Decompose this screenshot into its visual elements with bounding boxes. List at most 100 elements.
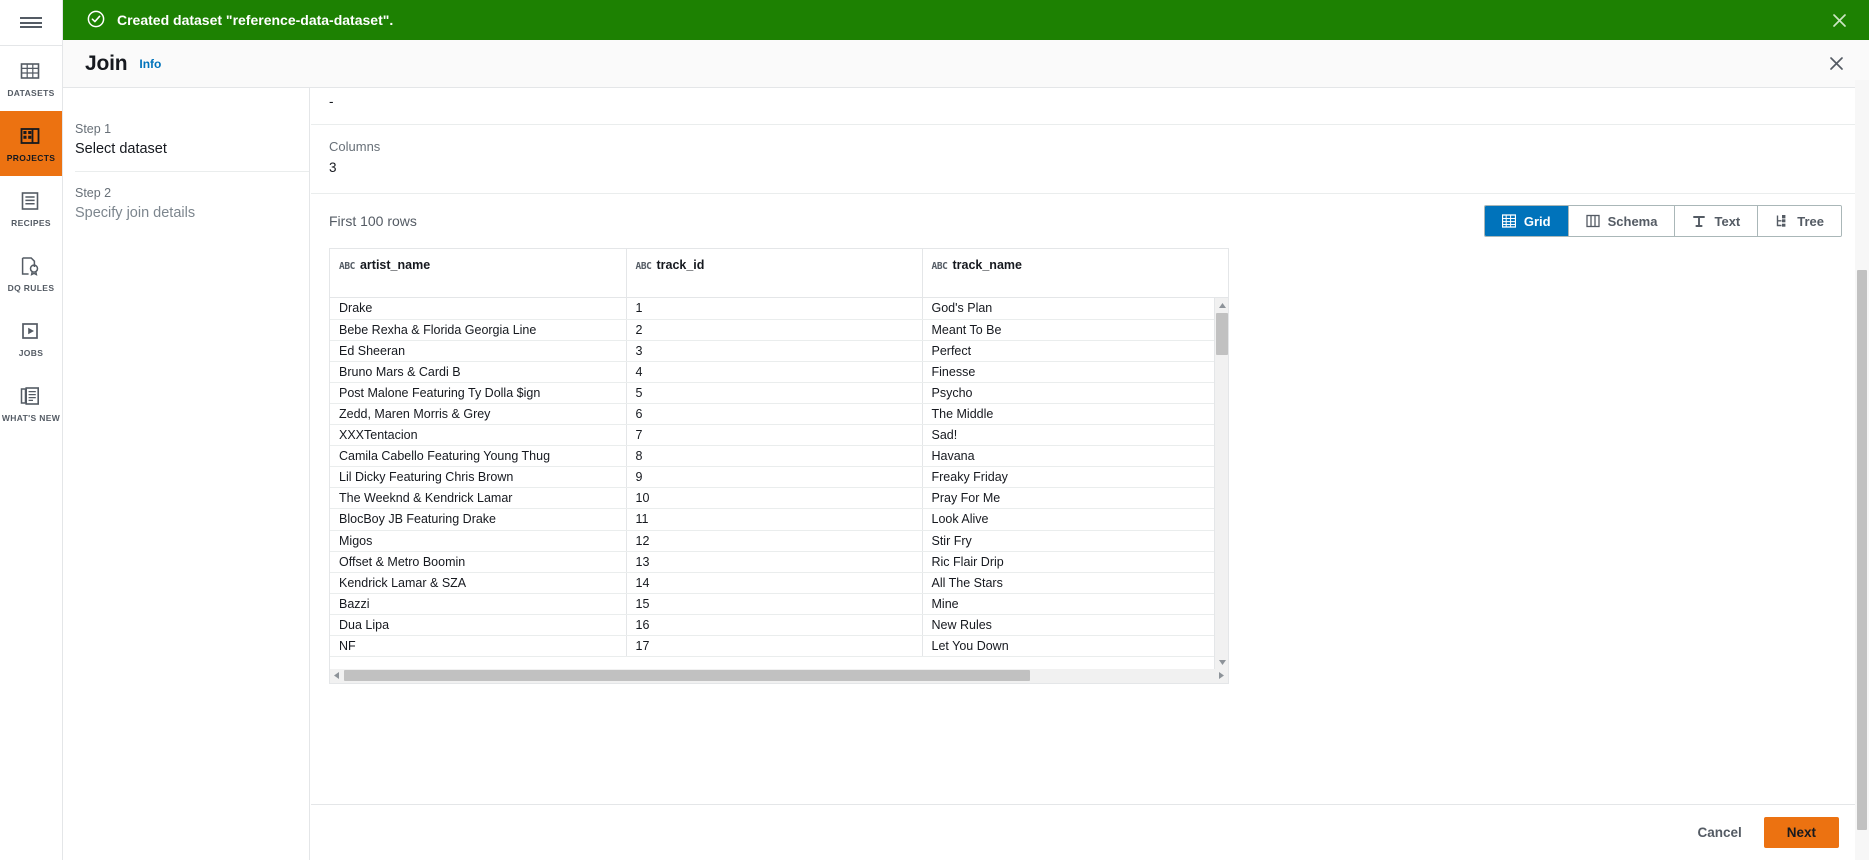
data-grid-body-scroll[interactable]: Drake 1 God's Plan Bebe Rexha & Florida Geo… — [330, 298, 1228, 669]
rail-item-datasets[interactable]: DATASETS — [0, 46, 62, 111]
table-cell: Kendrick Lamar & SZA — [330, 572, 627, 594]
table-cell: God's Plan — [922, 298, 1216, 320]
table-cell: 6 — [626, 403, 923, 426]
next-button[interactable]: Next — [1763, 817, 1839, 848]
table-cell: Lil Dicky Featuring Chris Brown — [330, 466, 627, 489]
info-link[interactable]: Info — [139, 57, 161, 71]
wizard-step-number: Step 1 — [75, 122, 112, 136]
table-row[interactable]: Migos 12 Stir Fry — [330, 530, 1216, 552]
table-cell: Zedd, Maren Morris & Grey — [330, 403, 627, 426]
cancel-button[interactable]: Cancel — [1697, 825, 1741, 840]
table-cell: Ed Sheeran — [330, 340, 627, 362]
table-cell: 16 — [626, 614, 923, 637]
columns-detail-row: Columns 3 — [311, 125, 1869, 194]
modal-close-icon[interactable] — [1825, 53, 1847, 75]
table-row[interactable]: Kendrick Lamar & SZA 14 All The Stars — [330, 572, 1216, 594]
table-cell: Look Alive — [922, 508, 1216, 531]
table-row[interactable]: BlocBoy JB Featuring Drake 11 Look Alive — [330, 508, 1216, 531]
rail-item-label: PROJECTS — [6, 152, 56, 163]
scroll-left-arrow-icon[interactable] — [330, 669, 343, 682]
application-root: DATASETS PROJECTS RECIPES DQ RULES JOBS WHAT'… — [0, 0, 1869, 860]
table-cell: 10 — [626, 487, 923, 510]
view-mode-label: Tree — [1797, 213, 1824, 229]
scroll-up-arrow-icon[interactable] — [1215, 298, 1228, 312]
grid-horizontal-scroll-thumb[interactable] — [344, 670, 1030, 681]
column-name: track_name — [952, 258, 1022, 272]
wizard-step-1[interactable]: Step 1 Select dataset — [75, 112, 309, 171]
left-nav-rail: DATASETS PROJECTS RECIPES DQ RULES JOBS WHAT'… — [0, 0, 63, 860]
view-mode-label: Text — [1714, 213, 1741, 229]
success-flashbar: Created dataset "reference-data-dataset"… — [63, 0, 1869, 40]
rail-item-projects[interactable]: PROJECTS — [0, 111, 62, 176]
rail-item-dq-rules[interactable]: DQ RULES — [0, 241, 62, 306]
table-row[interactable]: Bebe Rexha & Florida Georgia Line 2 Meant … — [330, 319, 1216, 341]
table-cell: 12 — [626, 530, 923, 552]
table-row[interactable]: Bruno Mars & Cardi B 4 Finesse — [330, 361, 1216, 383]
column-name: track_id — [656, 258, 705, 272]
scroll-down-arrow-icon[interactable] — [1215, 655, 1228, 669]
play-square-icon — [19, 320, 43, 344]
text-t-icon — [1692, 214, 1706, 228]
grid-view-icon — [1501, 214, 1516, 228]
page-scroll-thumb[interactable] — [1857, 270, 1867, 830]
table-cell: New Rules — [922, 614, 1216, 637]
table-cell: 3 — [626, 340, 923, 362]
rail-item-label: JOBS — [18, 347, 44, 358]
table-cell: BlocBoy JB Featuring Drake — [330, 508, 627, 531]
flashbar-close-icon[interactable] — [1827, 8, 1851, 32]
table-header-row: ABC artist_name ABC track_id ABC track_name — [330, 249, 1216, 297]
table-cell: 17 — [626, 635, 923, 658]
table-row[interactable]: Dua Lipa 16 New Rules — [330, 614, 1216, 637]
table-row[interactable]: Ed Sheeran 3 Perfect — [330, 340, 1216, 362]
table-cell: Pray For Me — [922, 487, 1216, 510]
table-cell: Bruno Mars & Cardi B — [330, 361, 627, 383]
table-row[interactable]: Zedd, Maren Morris & Grey 6 The Middle — [330, 403, 1216, 426]
table-row[interactable]: Drake 1 God's Plan — [330, 298, 1216, 320]
table-cell: Meant To Be — [922, 319, 1216, 341]
wizard-step-2[interactable]: Step 2 Specify join details — [75, 171, 309, 235]
table-row[interactable]: The Weeknd & Kendrick Lamar 10 Pray For Me — [330, 487, 1216, 510]
wizard-step-number: Step 2 — [75, 186, 112, 200]
table-cell: 4 — [626, 361, 923, 383]
table-row[interactable]: XXXTentacion 7 Sad! — [330, 424, 1216, 447]
table-cell: 13 — [626, 551, 923, 573]
table-cell: XXXTentacion — [330, 424, 627, 447]
table-cell: Bazzi — [330, 593, 627, 615]
data-grid-header-table: ABC artist_name ABC track_id ABC track_name — [330, 249, 1216, 297]
rail-item-label: DATASETS — [7, 87, 55, 98]
table-row[interactable]: Offset & Metro Boomin 13 Ric Flair Drip — [330, 551, 1216, 573]
grid-vertical-scrollbar[interactable] — [1214, 298, 1228, 669]
view-mode-grid[interactable]: Grid — [1484, 206, 1568, 236]
data-grid: ABC artist_name ABC track_id ABC track_name D… — [329, 248, 1229, 669]
view-mode-label: Schema — [1607, 213, 1658, 229]
table-column-header[interactable]: ABC artist_name — [330, 249, 627, 297]
clipped-detail-value: - — [329, 94, 334, 109]
dataset-preview-pane: - Columns 3 First 100 rows Grid Schema Tex… — [311, 88, 1869, 860]
recipe-lines-icon — [19, 190, 43, 214]
table-row[interactable]: NF 17 Let You Down — [330, 635, 1216, 658]
table-row[interactable]: Post Malone Featuring Ty Dolla $ign 5 Psyc… — [330, 382, 1216, 404]
table-cell: All The Stars — [922, 572, 1216, 594]
table-row[interactable]: Bazzi 15 Mine — [330, 593, 1216, 615]
table-column-header[interactable]: ABC track_name — [922, 249, 1216, 297]
news-page-icon — [19, 385, 43, 409]
column-type-badge: ABC — [931, 261, 948, 272]
grid-horizontal-scrollbar[interactable] — [329, 669, 1229, 684]
view-mode-tree[interactable]: Tree — [1757, 206, 1841, 236]
grid-vertical-scroll-thumb[interactable] — [1216, 313, 1228, 355]
rail-item-jobs[interactable]: JOBS — [0, 306, 62, 371]
table-cell: 2 — [626, 319, 923, 341]
rail-item-what-s-new[interactable]: WHAT'S NEW — [0, 371, 62, 436]
rail-item-label: RECIPES — [11, 217, 51, 228]
rail-item-recipes[interactable]: RECIPES — [0, 176, 62, 241]
view-mode-schema[interactable]: Schema — [1567, 206, 1675, 236]
view-mode-text[interactable]: Text — [1674, 206, 1758, 236]
table-cell: Migos — [330, 530, 627, 552]
hamburger-menu-icon[interactable] — [0, 0, 62, 46]
success-check-circle-icon — [87, 10, 105, 31]
table-row[interactable]: Lil Dicky Featuring Chris Brown 9 Freaky F… — [330, 466, 1216, 489]
table-row[interactable]: Camila Cabello Featuring Young Thug 8 Hava… — [330, 445, 1216, 468]
table-column-header[interactable]: ABC track_id — [626, 249, 923, 297]
scroll-right-arrow-icon[interactable] — [1215, 669, 1228, 682]
page-vertical-scrollbar[interactable] — [1855, 80, 1869, 860]
